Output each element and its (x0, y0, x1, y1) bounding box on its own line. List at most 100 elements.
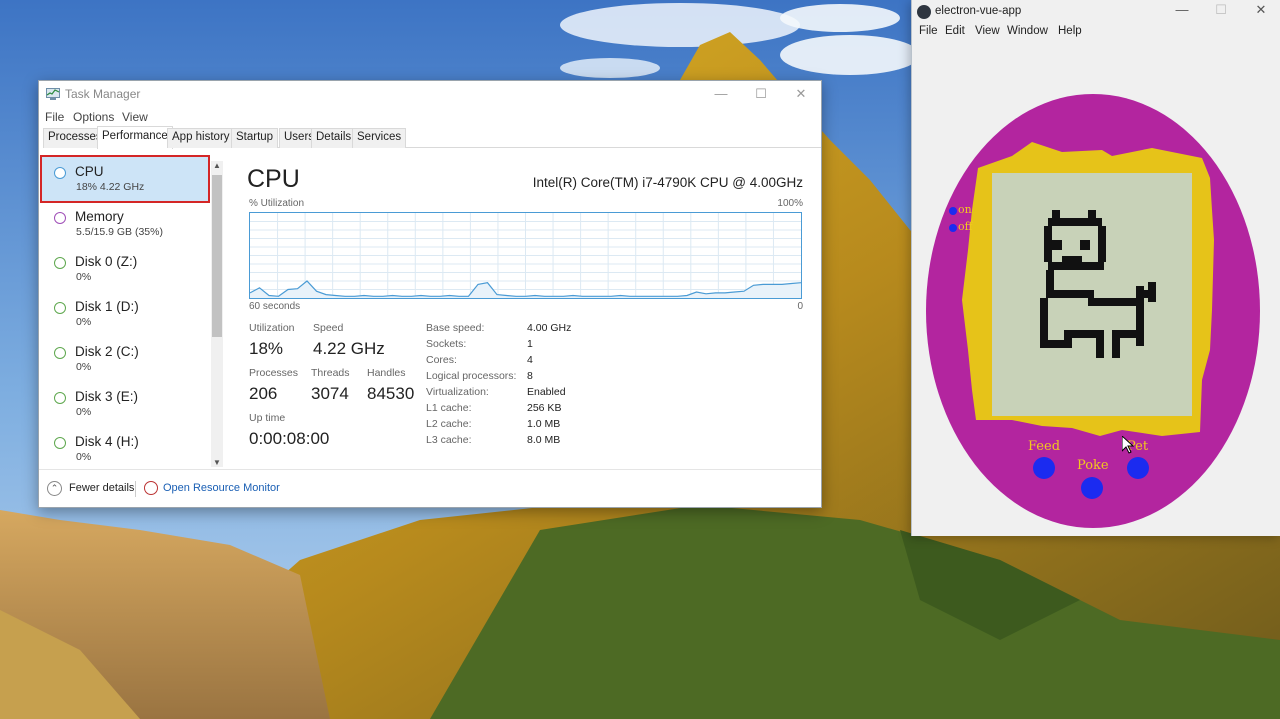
spec-value: Enabled (527, 386, 566, 398)
spec-label: L1 cache: (426, 402, 472, 414)
open-resource-monitor-link[interactable]: Open Resource Monitor (163, 482, 280, 494)
spec-value: 256 KB (527, 402, 562, 414)
menu-options[interactable]: Options (73, 110, 114, 124)
fewer-details-link[interactable]: Fewer details (69, 482, 134, 494)
resource-name: Disk 3 (E:) (75, 389, 139, 404)
cpu-panel: CPU Intel(R) Core(TM) i7-4790K CPU @ 4.0… (245, 151, 805, 471)
spec-label: L2 cache: (426, 418, 472, 430)
scroll-up-icon[interactable]: ▲ (211, 161, 223, 170)
graph-time-label: 60 seconds (249, 301, 301, 312)
processes-label: Processes (249, 367, 299, 379)
resource-name: Disk 4 (H:) (75, 434, 139, 449)
spec-value: 1 (527, 338, 533, 350)
spec-label: Virtualization: (426, 386, 489, 398)
resource-disk-0[interactable]: Disk 0 (Z:) 0% (42, 247, 208, 291)
tab-bar: Processes Performance App history Startu… (43, 126, 821, 149)
tab-services[interactable]: Services (352, 128, 407, 148)
spec-label: Sockets: (426, 338, 467, 350)
power-on-label: on (958, 203, 972, 216)
spec-label: L3 cache: (426, 434, 472, 446)
chevron-up-icon[interactable]: ⌃ (47, 481, 62, 496)
resource-list: CPU 18% 4.22 GHz Memory 5.5/15.9 GB (35%… (39, 151, 225, 469)
resource-name: Memory (75, 209, 124, 224)
resource-disk-4[interactable]: Disk 4 (H:) 0% (42, 427, 208, 471)
resource-list-scrollbar[interactable]: ▲ ▼ (211, 161, 223, 467)
resource-name: CPU (75, 164, 104, 179)
menu-bar: File Options View (39, 107, 821, 127)
resource-value: 0% (76, 406, 92, 418)
speed-label: Speed (313, 322, 344, 334)
disk-indicator-icon (54, 437, 66, 449)
resource-memory[interactable]: Memory 5.5/15.9 GB (35%) (42, 202, 208, 246)
feed-button[interactable] (1033, 457, 1055, 479)
footer: ⌃ Fewer details Open Resource Monitor (39, 469, 821, 507)
spec-value: 1.0 MB (527, 418, 561, 430)
graph-label: % Utilization (249, 198, 305, 209)
disk-indicator-icon (54, 302, 66, 314)
resource-disk-1[interactable]: Disk 1 (D:) 0% (42, 292, 208, 336)
tab-performance[interactable]: Performance (97, 126, 173, 149)
uptime-label: Up time (249, 412, 286, 424)
spec-label: Base speed: (426, 322, 485, 334)
pet-button[interactable] (1127, 457, 1149, 479)
memory-indicator-icon (54, 212, 66, 224)
resource-value: 0% (76, 271, 92, 283)
resource-value: 18% 4.22 GHz (76, 181, 145, 193)
menu-file[interactable]: File (45, 110, 64, 124)
divider (135, 481, 136, 497)
cpu-graph-svg (249, 213, 802, 298)
resource-disk-2[interactable]: Disk 2 (C:) 0% (42, 337, 208, 381)
graph-max-label: 100% (777, 198, 803, 209)
feed-label: Feed (1028, 439, 1061, 454)
resource-disk-3[interactable]: Disk 3 (E:) 0% (42, 382, 208, 426)
resource-value: 0% (76, 316, 92, 328)
cpu-heading: CPU (247, 165, 300, 193)
graph-min-label: 0 (797, 301, 803, 312)
resource-monitor-icon[interactable] (144, 481, 158, 495)
cpu-utilization-graph[interactable] (249, 212, 802, 299)
resource-name: Disk 2 (C:) (75, 344, 139, 359)
resource-name: Disk 1 (D:) (75, 299, 139, 314)
minimize-button[interactable]: — (701, 81, 741, 107)
disk-indicator-icon (54, 392, 66, 404)
maximize-button[interactable]: ☐ (741, 81, 781, 107)
utilization-value: 18% (249, 339, 284, 358)
disk-indicator-icon (54, 257, 66, 269)
close-button[interactable]: ✕ (781, 81, 821, 107)
spec-label: Cores: (426, 354, 457, 366)
poke-button[interactable] (1081, 477, 1103, 499)
processes-value: 206 (249, 384, 278, 403)
power-on-button[interactable] (949, 207, 957, 215)
scroll-down-icon[interactable]: ▼ (211, 458, 223, 467)
spec-label: Logical processors: (426, 370, 517, 382)
resource-value: 0% (76, 361, 92, 373)
threads-value: 3074 (311, 384, 349, 403)
uptime-value: 0:00:08:00 (249, 429, 330, 448)
window-title: Task Manager (65, 87, 141, 101)
disk-indicator-icon (54, 347, 66, 359)
threads-label: Threads (311, 367, 350, 379)
power-off-label: off (958, 220, 973, 233)
menu-view[interactable]: View (122, 110, 148, 124)
spec-value: 4.00 GHz (527, 322, 572, 334)
resource-name: Disk 0 (Z:) (75, 254, 138, 269)
cpu-model: Intel(R) Core(TM) i7-4790K CPU @ 4.00GHz (532, 175, 803, 190)
spec-value: 8.0 MB (527, 434, 561, 446)
handles-value: 84530 (367, 384, 415, 403)
resource-cpu[interactable]: CPU 18% 4.22 GHz (40, 155, 210, 203)
tab-app-history[interactable]: App history (167, 128, 235, 148)
resource-value: 0% (76, 451, 92, 463)
speed-value: 4.22 GHz (313, 339, 385, 358)
utilization-label: Utilization (249, 322, 295, 334)
handles-label: Handles (367, 367, 406, 379)
scroll-thumb[interactable] (212, 175, 222, 337)
task-manager-icon (46, 88, 60, 100)
power-off-button[interactable] (949, 224, 957, 232)
poke-label: Poke (1077, 458, 1109, 473)
tab-startup[interactable]: Startup (231, 128, 279, 148)
spec-value: 4 (527, 354, 533, 366)
tab-details[interactable]: Details (311, 128, 357, 148)
title-bar[interactable]: Task Manager — ☐ ✕ (39, 81, 821, 107)
spec-value: 8 (527, 370, 533, 382)
tamagotchi-screen (962, 142, 1214, 436)
